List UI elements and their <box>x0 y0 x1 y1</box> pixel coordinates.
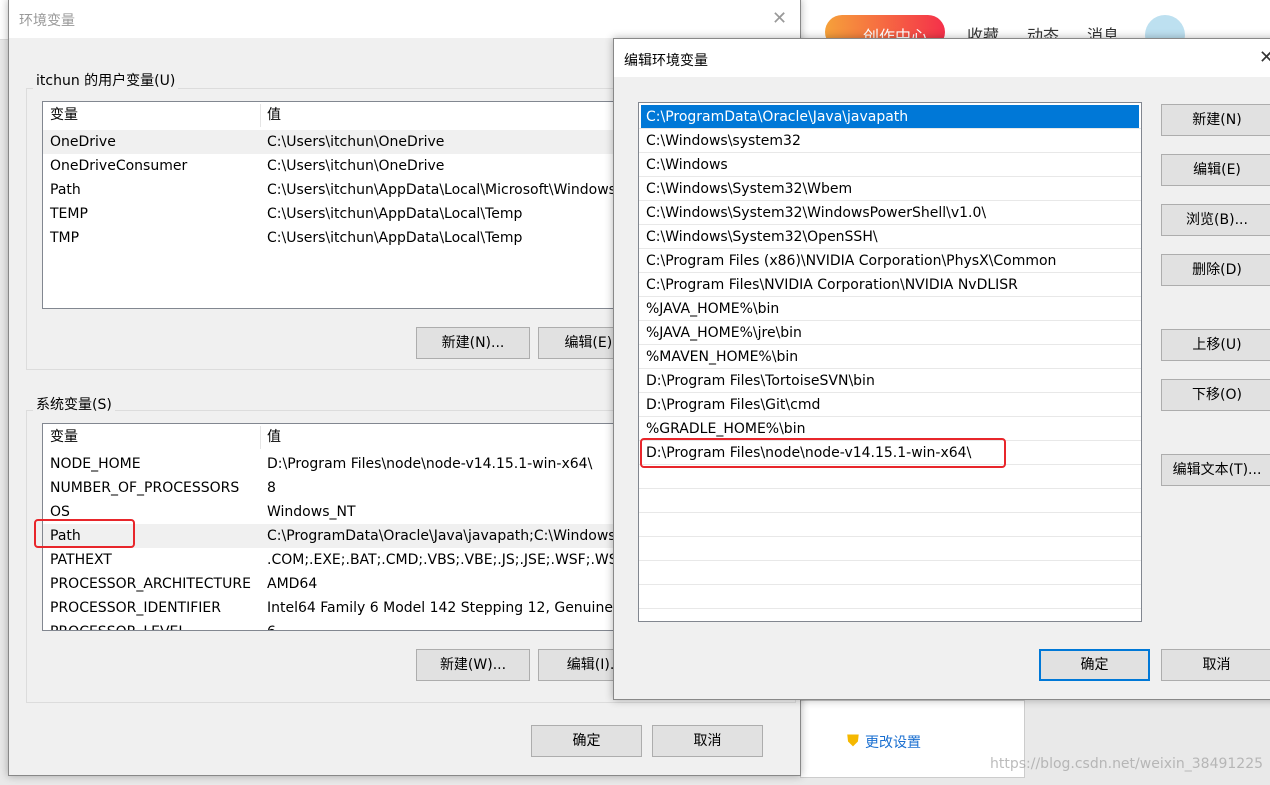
path-entry[interactable]: C:\Program Files (x86)\NVIDIA Corporatio… <box>641 249 1139 273</box>
path-entry[interactable]: C:\Windows\System32\Wbem <box>641 177 1139 201</box>
path-entry[interactable]: C:\ProgramData\Oracle\Java\javapath <box>641 105 1139 129</box>
cancel-button[interactable]: 取消 <box>652 725 763 757</box>
path-entry[interactable]: D:\Program Files\TortoiseSVN\bin <box>641 369 1139 393</box>
user-vars-label: itchun 的用户变量(U) <box>33 70 179 90</box>
variable-value: C:\Users\itchun\AppData\Local\Temp <box>267 230 523 246</box>
variable-name: TEMP <box>50 206 88 222</box>
dialog-title: 环境变量 <box>19 13 75 29</box>
cancel-button[interactable]: 取消 <box>1161 649 1270 681</box>
path-entry[interactable]: C:\Windows\System32\OpenSSH\ <box>641 225 1139 249</box>
system-new-button[interactable]: 新建(W)... <box>416 649 530 681</box>
variable-value: 6 <box>267 620 276 630</box>
row-separator <box>639 584 1141 585</box>
shield-icon: ⛊ <box>847 731 860 750</box>
change-settings-link[interactable]: 更改设置 <box>865 732 921 752</box>
path-highlight-box <box>34 519 135 548</box>
path-entries-list[interactable]: C:\ProgramData\Oracle\Java\javapath C:\Wi… <box>638 102 1142 622</box>
row-separator <box>639 512 1141 513</box>
close-icon[interactable]: ✕ <box>772 8 787 29</box>
variable-value: .COM;.EXE;.BAT;.CMD;.VBS;.VBE;.JS;.JSE;.… <box>267 552 629 568</box>
title-bar <box>614 39 1270 77</box>
variable-name: PROCESSOR_ARCHITECTURE <box>50 576 251 592</box>
path-entry-text: C:\Windows\System32\OpenSSH\ <box>646 229 878 245</box>
variable-name: OneDrive <box>50 134 116 150</box>
variable-value: D:\Program Files\node\node-v14.15.1-win-… <box>267 456 593 472</box>
column-divider[interactable] <box>260 426 261 449</box>
path-entry-text: %MAVEN_HOME%\bin <box>646 349 799 365</box>
variable-value: 8 <box>267 480 276 496</box>
variable-name: PROCESSOR_LEVEL <box>50 620 186 630</box>
variable-name: PATHEXT <box>50 552 112 568</box>
variable-value: C:\Users\itchun\AppData\Local\Temp <box>267 206 523 222</box>
column-header-value[interactable]: 值 <box>267 424 281 451</box>
path-entry-text: %JAVA_HOME%\bin <box>646 301 780 317</box>
path-entry-text: D:\Program Files\TortoiseSVN\bin <box>646 373 875 389</box>
path-entry-text: C:\Windows\System32\Wbem <box>646 181 853 197</box>
column-header-variable[interactable]: 变量 <box>50 424 78 451</box>
ok-button[interactable]: 确定 <box>531 725 642 757</box>
path-entry[interactable]: %JAVA_HOME%\jre\bin <box>641 321 1139 345</box>
system-vars-label: 系统变量(S) <box>33 394 115 414</box>
path-entry-text: D:\Program Files\Git\cmd <box>646 397 821 413</box>
variable-value: C:\Users\itchun\OneDrive <box>267 158 445 174</box>
path-entry[interactable]: C:\Windows\system32 <box>641 129 1139 153</box>
variable-name: NUMBER_OF_PROCESSORS <box>50 480 240 496</box>
column-header-variable[interactable]: 变量 <box>50 102 78 129</box>
variable-name: PROCESSOR_IDENTIFIER <box>50 600 221 616</box>
path-entry-text: C:\Windows\system32 <box>646 133 801 149</box>
close-icon[interactable]: ✕ <box>1259 47 1270 68</box>
path-entry-text: C:\Windows\System32\WindowsPowerShell\v1… <box>646 205 987 221</box>
variable-name: TMP <box>50 230 80 246</box>
delete-button[interactable]: 删除(D) <box>1161 254 1270 286</box>
browse-button[interactable]: 浏览(B)... <box>1161 204 1270 236</box>
new-button[interactable]: 新建(N) <box>1161 104 1270 136</box>
variable-value: C:\Users\itchun\OneDrive <box>267 134 445 150</box>
row-separator <box>639 488 1141 489</box>
user-new-button[interactable]: 新建(N)... <box>416 327 530 359</box>
edit-text-button[interactable]: 编辑文本(T)... <box>1161 454 1270 486</box>
path-entry[interactable]: %MAVEN_HOME%\bin <box>641 345 1139 369</box>
variable-name: NODE_HOME <box>50 456 141 472</box>
variable-value: Intel64 Family 6 Model 142 Stepping 12, … <box>267 600 644 616</box>
move-up-button[interactable]: 上移(U) <box>1161 329 1270 361</box>
variable-value: C:\Users\itchun\AppData\Local\Microsoft\… <box>267 182 656 198</box>
path-entry[interactable]: %JAVA_HOME%\bin <box>641 297 1139 321</box>
variable-value: Windows_NT <box>267 504 356 520</box>
path-entry[interactable]: C:\Windows\System32\WindowsPowerShell\v1… <box>641 201 1139 225</box>
path-entry-text: C:\Windows <box>646 157 728 173</box>
column-divider[interactable] <box>260 104 261 127</box>
variable-value: C:\ProgramData\Oracle\Java\javapath;C:\W… <box>267 528 616 544</box>
node-path-highlight-box <box>640 438 1006 468</box>
path-entry-text: C:\ProgramData\Oracle\Java\javapath <box>646 109 909 125</box>
edit-button[interactable]: 编辑(E) <box>1161 154 1270 186</box>
ok-button[interactable]: 确定 <box>1039 649 1150 681</box>
row-separator <box>639 608 1141 609</box>
watermark: https://blog.csdn.net/weixin_38491225 <box>990 756 1264 772</box>
path-entry-text: C:\Program Files (x86)\NVIDIA Corporatio… <box>646 253 1057 269</box>
dialog-title: 编辑环境变量 <box>624 53 708 69</box>
variable-name: Path <box>50 182 81 198</box>
title-bar <box>9 0 800 38</box>
path-entry-text: %JAVA_HOME%\jre\bin <box>646 325 802 341</box>
column-header-value[interactable]: 值 <box>267 102 281 129</box>
path-entry[interactable]: D:\Program Files\Git\cmd <box>641 393 1139 417</box>
path-entry-text: C:\Program Files\NVIDIA Corporation\NVID… <box>646 277 1018 293</box>
variable-value: AMD64 <box>267 576 318 592</box>
variable-name: OneDriveConsumer <box>50 158 188 174</box>
path-entry[interactable]: C:\Program Files\NVIDIA Corporation\NVID… <box>641 273 1139 297</box>
move-down-button[interactable]: 下移(O) <box>1161 379 1270 411</box>
path-entry[interactable]: C:\Windows <box>641 153 1139 177</box>
row-separator <box>639 536 1141 537</box>
edit-env-variable-dialog: 编辑环境变量 ✕ C:\ProgramData\Oracle\Java\java… <box>613 38 1270 700</box>
row-separator <box>639 560 1141 561</box>
